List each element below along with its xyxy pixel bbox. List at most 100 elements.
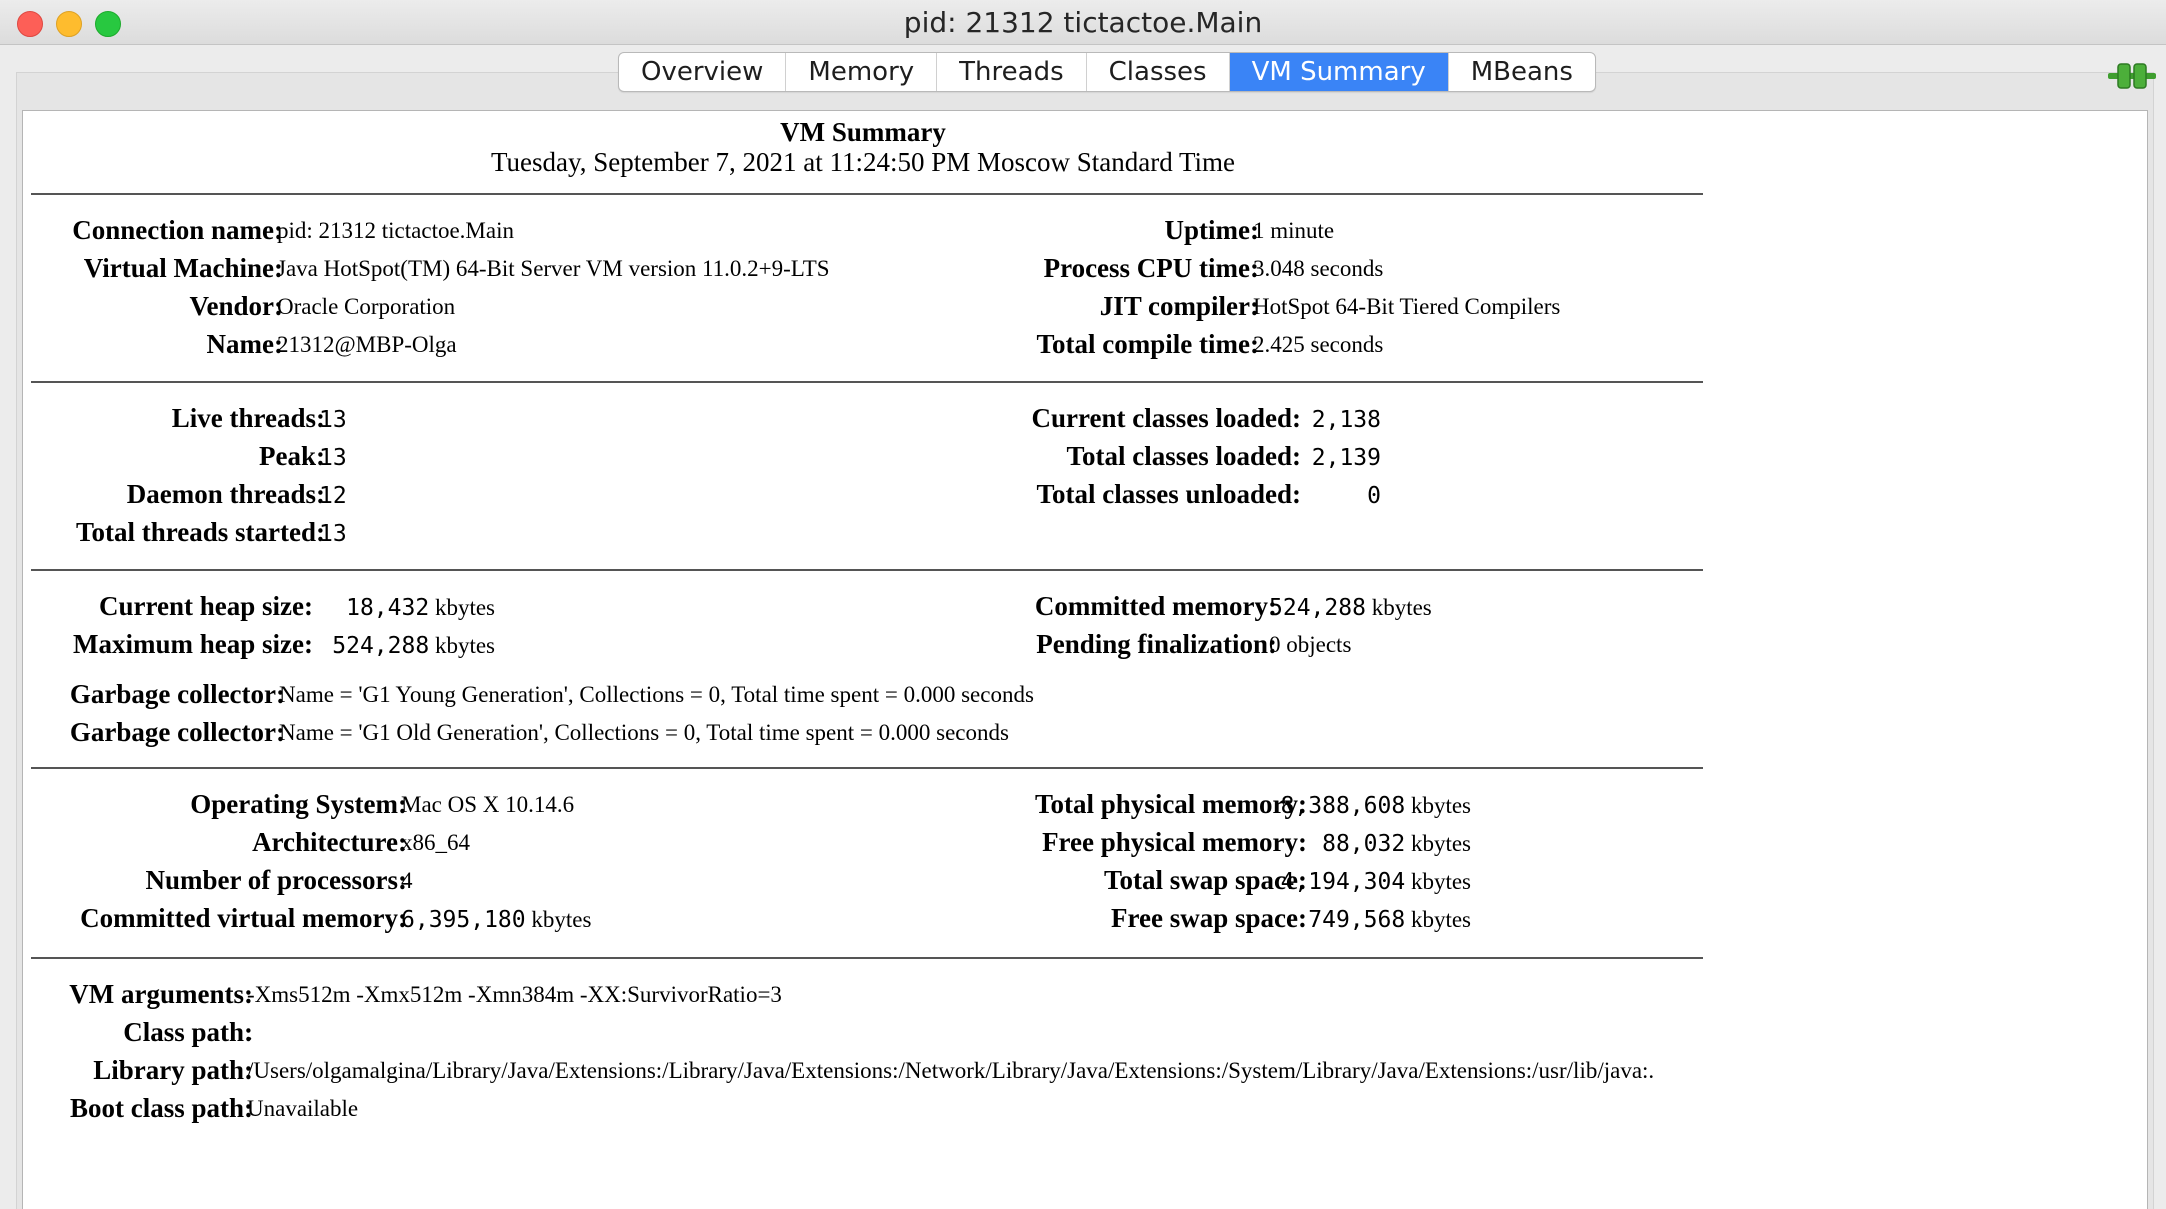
uptime-label: Uptime: <box>1164 215 1259 245</box>
pending-finalization-label: Pending finalization: <box>1036 629 1277 659</box>
maximum-heap-size-label: Maximum heap size: <box>73 629 313 659</box>
free-physical-memory-number: 88,032 <box>1322 831 1406 857</box>
committed-virtual-memory-value: 6,395,180 kbytes <box>401 907 591 933</box>
total-classes-unloaded-value: 0 <box>1367 483 1381 509</box>
total-classes-loaded-label: Total classes loaded: <box>1066 441 1301 471</box>
free-physical-memory-value: 88,032 kbytes <box>1322 831 1471 857</box>
number-of-processors-value: 4 <box>401 868 413 893</box>
virtual-machine-label: Virtual Machine: <box>83 253 283 283</box>
kbytes-unit: kbytes <box>1410 793 1471 818</box>
window-titlebar: pid: 21312 tictactoe.Main <box>0 0 2166 45</box>
total-swap-space-value: 4,194,304 kbytes <box>1281 869 1471 895</box>
live-threads-value: 13 <box>319 407 347 433</box>
kbytes-unit: kbytes <box>434 633 495 658</box>
peak-threads-value: 13 <box>319 445 347 471</box>
boot-class-path-value: Unavailable <box>247 1096 359 1121</box>
total-swap-space-number: 4,194,304 <box>1280 869 1406 895</box>
maximum-heap-size-number: 524,288 <box>332 633 430 659</box>
kbytes-unit: kbytes <box>1410 907 1471 932</box>
total-swap-space-label: Total swap space: <box>1103 865 1307 895</box>
garbage-collector-old-value: Name = 'G1 Old Generation', Collections … <box>279 720 1009 745</box>
vendor-value: Oracle Corporation <box>277 294 456 319</box>
kbytes-unit: kbytes <box>1371 595 1432 620</box>
current-classes-loaded-value: 2,138 <box>1311 407 1381 433</box>
architecture-value: x86_64 <box>401 830 470 855</box>
jit-compiler-label: JIT compiler: <box>1099 291 1259 321</box>
uptime-value: 1 minute <box>1253 218 1335 243</box>
vendor-label: Vendor: <box>189 291 283 321</box>
live-threads-label: Live threads: <box>171 403 325 433</box>
operating-system-label: Operating System: <box>190 789 407 819</box>
name-value: 21312@MBP-Olga <box>277 332 457 357</box>
committed-memory-number: 524,288 <box>1269 595 1366 621</box>
connection-name-value: pid: 21312 tictactoe.Main <box>277 218 514 243</box>
separator <box>31 957 1703 959</box>
number-of-processors-label: Number of processors: <box>145 865 407 895</box>
total-threads-started-label: Total threads started: <box>76 517 325 547</box>
boot-class-path-label: Boot class path: <box>69 1093 253 1123</box>
total-physical-memory-value: 8,388,608 kbytes <box>1281 793 1471 819</box>
process-cpu-time-value: 3.048 seconds <box>1253 256 1384 281</box>
free-physical-memory-label: Free physical memory: <box>1042 827 1307 857</box>
total-classes-unloaded-label: Total classes unloaded: <box>1036 479 1301 509</box>
tab-memory[interactable]: Memory <box>786 53 938 91</box>
garbage-collector-label: Garbage collector: <box>69 717 285 747</box>
garbage-collector-label: Garbage collector: <box>69 679 285 709</box>
separator <box>31 569 1703 571</box>
pending-finalization-value: 0 objects <box>1269 632 1352 657</box>
library-path-label: Library path: <box>93 1055 253 1085</box>
name-label: Name: <box>206 329 283 359</box>
vm-summary-panel: VM Summary Tuesday, September 7, 2021 at… <box>22 110 2148 1209</box>
total-threads-started-value: 13 <box>319 521 347 547</box>
total-physical-memory-number: 8,388,608 <box>1280 793 1406 819</box>
tab-overview[interactable]: Overview <box>619 53 787 91</box>
library-path-value: /Users/olgamalgina/Library/Java/Extensio… <box>247 1058 1655 1083</box>
committed-memory-value: 524,288 kbytes <box>1269 595 1432 621</box>
connection-plug-icon[interactable] <box>2108 60 2156 97</box>
committed-virtual-memory-number: 6,395,180 <box>401 907 526 933</box>
jit-compiler-value: HotSpot 64-Bit Tiered Compilers <box>1253 294 1561 319</box>
committed-virtual-memory-label: Committed virtual memory: <box>80 903 407 933</box>
virtual-machine-value: Java HotSpot(TM) 64-Bit Server VM versio… <box>277 256 830 281</box>
class-path-label: Class path: <box>123 1017 253 1047</box>
current-heap-size-number: 18,432 <box>346 595 430 621</box>
kbytes-unit: kbytes <box>1410 831 1471 856</box>
committed-memory-label: Committed memory: <box>1034 591 1277 621</box>
class-path-value: . <box>247 1020 253 1045</box>
process-cpu-time-label: Process CPU time: <box>1043 253 1259 283</box>
current-heap-size-value: 18,432 kbytes <box>346 595 495 621</box>
total-compile-time-label: Total compile time: <box>1036 329 1259 359</box>
tab-mbeans[interactable]: MBeans <box>1449 53 1595 91</box>
vm-arguments-value: -Xms512m -Xmx512m -Xmn384m -XX:SurvivorR… <box>247 982 782 1007</box>
free-swap-space-value: 749,568 kbytes <box>1308 907 1471 933</box>
separator <box>31 381 1703 383</box>
tab-bar: Overview Memory Threads Classes VM Summa… <box>618 52 1596 92</box>
connection-name-label: Connection name: <box>72 215 283 245</box>
current-classes-loaded-label: Current classes loaded: <box>1031 403 1302 433</box>
kbytes-unit: kbytes <box>1410 869 1471 894</box>
garbage-collector-young-value: Name = 'G1 Young Generation', Collection… <box>279 682 1034 707</box>
tab-classes[interactable]: Classes <box>1087 53 1230 91</box>
tab-threads[interactable]: Threads <box>937 53 1087 91</box>
kbytes-unit: kbytes <box>531 907 592 932</box>
kbytes-unit: kbytes <box>434 595 495 620</box>
total-classes-loaded-value: 2,139 <box>1311 445 1381 471</box>
operating-system-value: Mac OS X 10.14.6 <box>401 792 575 817</box>
maximum-heap-size-value: 524,288 kbytes <box>332 633 495 659</box>
vm-arguments-label: VM arguments: <box>69 979 253 1009</box>
tab-vm-summary[interactable]: VM Summary <box>1229 53 1449 91</box>
window-title: pid: 21312 tictactoe.Main <box>903 6 1263 39</box>
separator <box>31 193 1703 195</box>
separator <box>31 767 1703 769</box>
current-heap-size-label: Current heap size: <box>99 591 313 621</box>
total-compile-time-value: 2.425 seconds <box>1253 332 1384 357</box>
summary-title: VM Summary <box>780 117 946 147</box>
architecture-label: Architecture: <box>252 827 407 857</box>
peak-threads-label: Peak: <box>259 441 325 471</box>
daemon-threads-value: 12 <box>319 483 347 509</box>
summary-date: Tuesday, September 7, 2021 at 11:24:50 P… <box>490 147 1235 177</box>
free-swap-space-number: 749,568 <box>1308 907 1406 933</box>
total-physical-memory-label: Total physical memory: <box>1035 789 1307 819</box>
daemon-threads-label: Daemon threads: <box>126 479 325 509</box>
free-swap-space-label: Free swap space: <box>1111 903 1307 933</box>
